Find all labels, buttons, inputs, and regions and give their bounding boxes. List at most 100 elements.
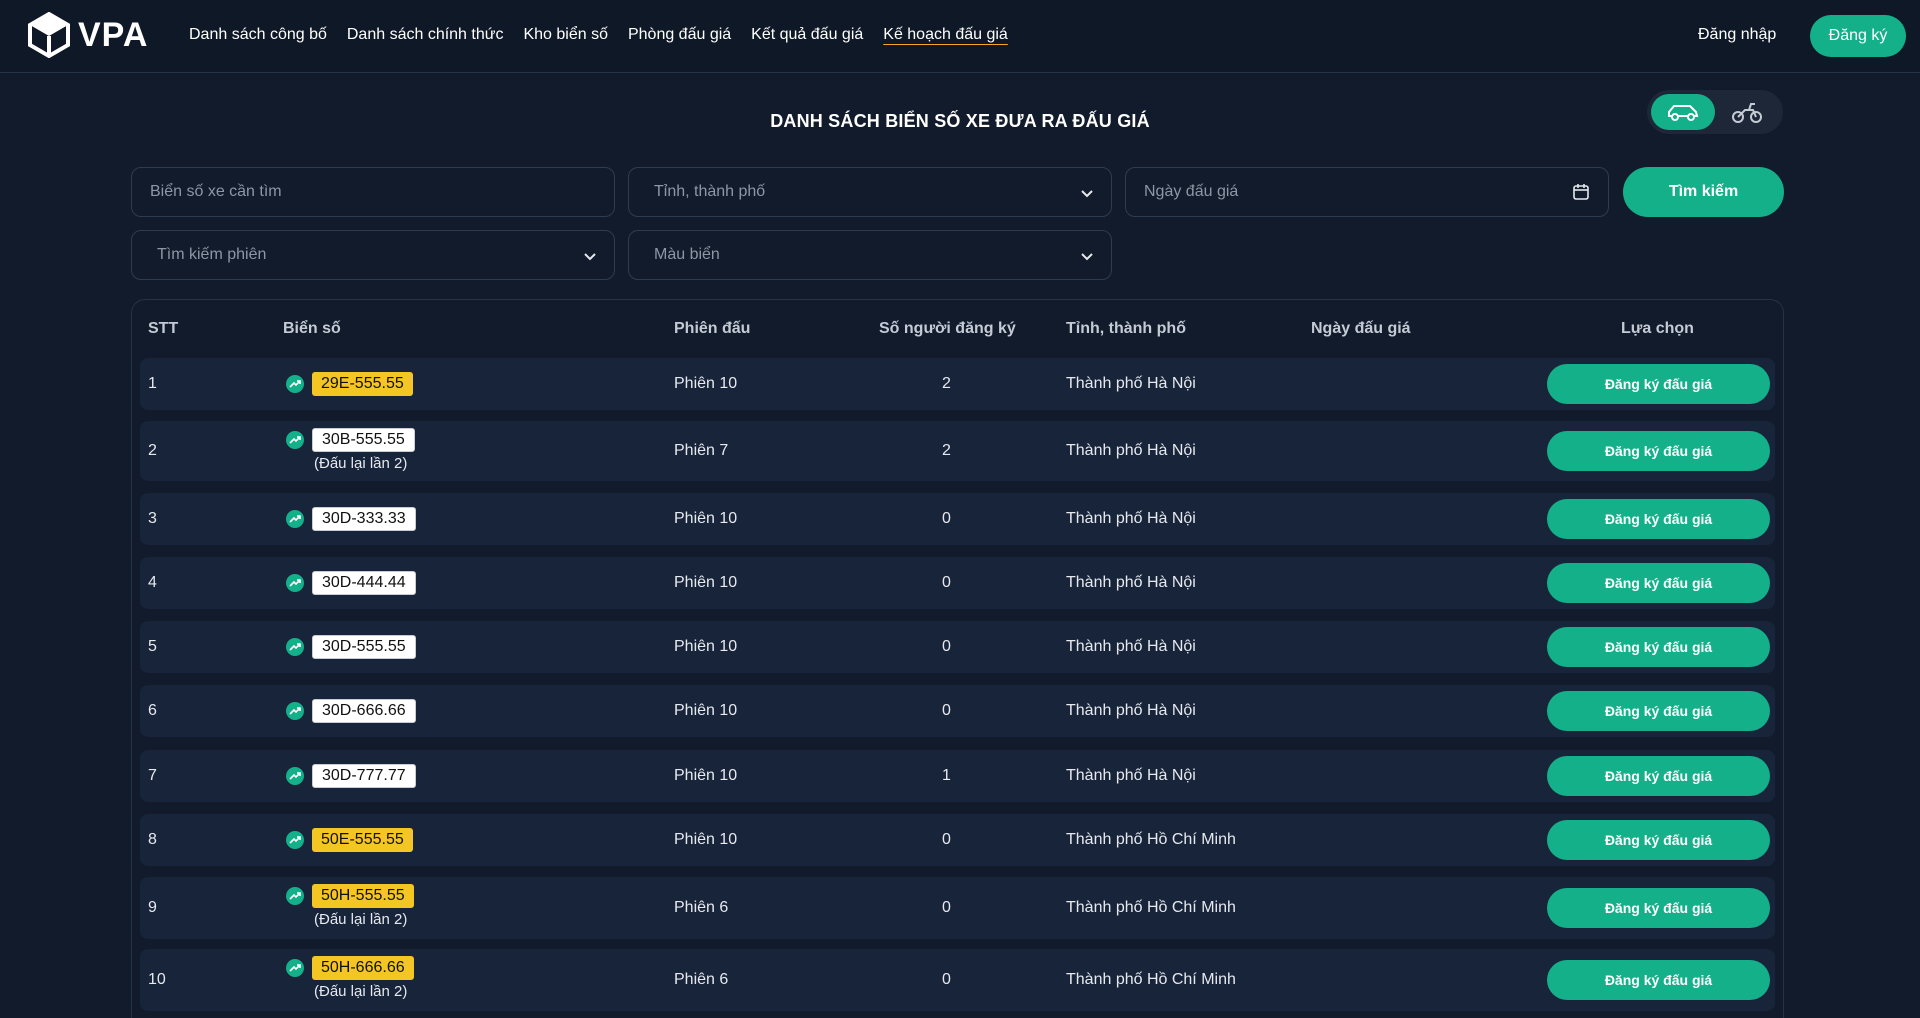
nav-ket-qua-dau-gia[interactable]: Kết quả đấu giá (751, 26, 863, 44)
row-province: Thành phố Hà Nội (1066, 767, 1196, 784)
rerun-note: (Đấu lại lần 2) (314, 983, 408, 1000)
nav-danh-sach-cong-bo[interactable]: Danh sách công bố (189, 26, 327, 44)
license-plate[interactable]: 29E-555.55 (312, 372, 413, 396)
register-auction-button[interactable]: Đăng ký đấu giá (1547, 364, 1770, 404)
license-plate[interactable]: 30B-555.55 (312, 428, 415, 452)
license-plate[interactable]: 30D-777.77 (312, 764, 416, 788)
row-session: Phiên 6 (674, 971, 729, 988)
row-stt: 4 (148, 574, 157, 591)
trending-up-icon (286, 887, 304, 905)
province-select[interactable]: Tỉnh, thành phố (628, 167, 1112, 217)
auction-date-input[interactable]: Ngày đấu giá (1125, 167, 1609, 217)
row-session: Phiên 10 (674, 767, 738, 784)
row-province: Thành phố Hồ Chí Minh (1066, 831, 1236, 848)
row-stt: 1 (148, 375, 157, 392)
row-stt: 5 (148, 638, 157, 655)
page-title: DANH SÁCH BIỂN SỐ XE ĐƯA RA ĐẤU GIÁ (770, 111, 1150, 131)
row-stt: 3 (148, 510, 157, 527)
auction-date-placeholder: Ngày đấu giá (1144, 183, 1239, 200)
header-registrants: Số người đăng ký (879, 320, 1016, 337)
header-session: Phiên đấu (674, 320, 751, 337)
header-action: Lựa chọn (1621, 320, 1694, 337)
row-session: Phiên 10 (674, 638, 738, 655)
trending-up-icon (286, 574, 304, 592)
login-link[interactable]: Đăng nhập (1698, 26, 1776, 44)
nav-ke-hoach-dau-gia[interactable]: Kế hoạch đấu giá (883, 26, 1008, 44)
row-session: Phiên 7 (674, 442, 729, 459)
license-plate[interactable]: 50E-555.55 (312, 828, 413, 852)
header-province: Tỉnh, thành phố (1066, 320, 1186, 337)
header-plate: Biển số (283, 320, 341, 337)
motorbike-toggle-button[interactable] (1715, 94, 1779, 130)
register-auction-button[interactable]: Đăng ký đấu giá (1547, 563, 1770, 603)
chevron-down-icon (584, 253, 596, 261)
row-registrants: 0 (942, 574, 951, 591)
row-registrants: 2 (942, 442, 951, 459)
search-button[interactable]: Tìm kiếm (1623, 167, 1784, 217)
row-stt: 10 (148, 971, 166, 988)
row-registrants: 2 (942, 375, 951, 392)
row-stt: 9 (148, 899, 157, 916)
register-auction-button[interactable]: Đăng ký đấu giá (1547, 888, 1770, 928)
register-button[interactable]: Đăng ký (1810, 15, 1906, 57)
row-registrants: 1 (942, 767, 951, 784)
logo-text: VPA (78, 15, 149, 54)
row-province: Thành phố Hà Nội (1066, 442, 1196, 459)
table-row: 1 29E-555.55 Phiên 10 2 Thành phố Hà Nội Đăng… (140, 358, 1775, 410)
row-province: Thành phố Hồ Chí Minh (1066, 971, 1236, 988)
plate-search-input[interactable]: Biển số xe cần tìm (131, 167, 615, 217)
chevron-down-icon (1081, 253, 1093, 261)
nav-kho-bien-so[interactable]: Kho biển số (523, 26, 608, 44)
main-nav: Danh sách công bố Danh sách chính thức K… (189, 26, 1028, 44)
session-select[interactable]: Tìm kiếm phiên (131, 230, 615, 280)
license-plate[interactable]: 50H-555.55 (312, 884, 414, 908)
table-row: 3 30D-333.33 Phiên 10 0 Thành phố Hà Nội Đăng… (140, 493, 1775, 545)
license-plate[interactable]: 30D-555.55 (312, 635, 416, 659)
trending-up-icon (286, 767, 304, 785)
trending-up-icon (286, 375, 304, 393)
register-auction-button[interactable]: Đăng ký đấu giá (1547, 960, 1770, 1000)
row-session: Phiên 10 (674, 574, 738, 591)
license-plate[interactable]: 30D-333.33 (312, 507, 416, 531)
trending-up-icon (286, 510, 304, 528)
header-date: Ngày đấu giá (1311, 320, 1411, 337)
table-row: 10 50H-666.66 (Đấu lại lần 2) Phiên 6 0 Thành… (140, 949, 1775, 1011)
row-registrants: 0 (942, 510, 951, 527)
plate-color-placeholder: Màu biển (654, 246, 720, 263)
register-auction-button[interactable]: Đăng ký đấu giá (1547, 431, 1770, 471)
table-row: 5 30D-555.55 Phiên 10 0 Thành phố Hà Nội Đăng… (140, 621, 1775, 673)
trending-up-icon (286, 431, 304, 449)
calendar-icon (1573, 184, 1589, 200)
chevron-down-icon (1081, 190, 1093, 198)
register-auction-button[interactable]: Đăng ký đấu giá (1547, 499, 1770, 539)
register-auction-button[interactable]: Đăng ký đấu giá (1547, 820, 1770, 860)
row-registrants: 0 (942, 702, 951, 719)
row-stt: 6 (148, 702, 157, 719)
province-select-placeholder: Tỉnh, thành phố (654, 183, 766, 200)
register-auction-button[interactable]: Đăng ký đấu giá (1547, 627, 1770, 667)
table-row: 4 30D-444.44 Phiên 10 0 Thành phố Hà Nội Đăng… (140, 557, 1775, 609)
rerun-note: (Đấu lại lần 2) (314, 911, 408, 928)
register-auction-button[interactable]: Đăng ký đấu giá (1547, 691, 1770, 731)
row-session: Phiên 10 (674, 702, 738, 719)
row-registrants: 0 (942, 638, 951, 655)
top-navbar: VPA Danh sách công bố Danh sách chính th… (0, 0, 1920, 73)
row-stt: 7 (148, 767, 157, 784)
nav-danh-sach-chinh-thuc[interactable]: Danh sách chính thức (347, 26, 504, 44)
vehicle-type-toggle (1647, 90, 1783, 134)
logo[interactable]: VPA (28, 12, 148, 58)
trending-up-icon (286, 831, 304, 849)
register-auction-button[interactable]: Đăng ký đấu giá (1547, 756, 1770, 796)
license-plate[interactable]: 30D-444.44 (312, 571, 416, 595)
rerun-note: (Đấu lại lần 2) (314, 455, 408, 472)
license-plate[interactable]: 50H-666.66 (312, 956, 414, 980)
table-row: 2 30B-555.55 (Đấu lại lần 2) Phiên 7 2 Thành … (140, 421, 1775, 481)
session-select-placeholder: Tìm kiếm phiên (157, 246, 267, 263)
row-province: Thành phố Hà Nội (1066, 375, 1196, 392)
car-toggle-button[interactable] (1651, 94, 1715, 130)
nav-phong-dau-gia[interactable]: Phòng đấu giá (628, 26, 731, 44)
table-row: 9 50H-555.55 (Đấu lại lần 2) Phiên 6 0 Thành … (140, 877, 1775, 939)
license-plate[interactable]: 30D-666.66 (312, 699, 416, 723)
row-session: Phiên 10 (674, 510, 738, 527)
plate-color-select[interactable]: Màu biển (628, 230, 1112, 280)
